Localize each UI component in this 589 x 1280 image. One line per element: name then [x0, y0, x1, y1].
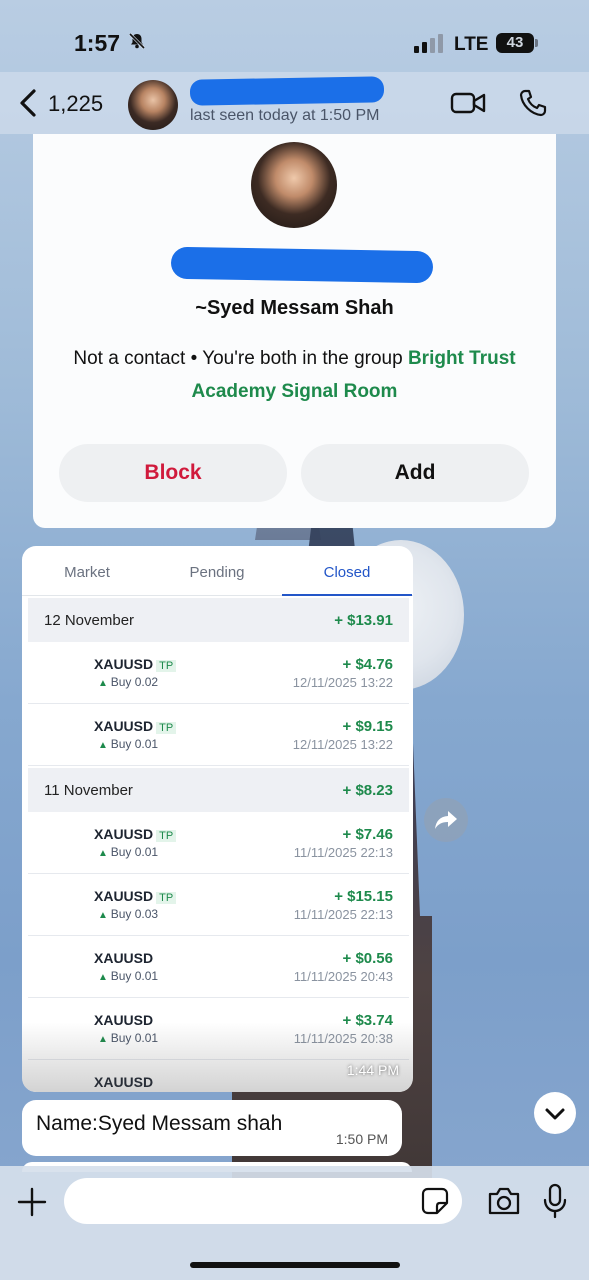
- trade-row: XAUUSD TP ▲ Buy 0.02 + $4.76 12/11/2025 13:2…: [28, 642, 409, 704]
- take-profit-badge: TP: [156, 660, 177, 672]
- trade-profit: + $0.56: [342, 950, 393, 967]
- trade-tabs: Market Pending Closed: [22, 546, 413, 596]
- image-bottom-fade: [22, 1022, 413, 1092]
- trade-datetime: 11/11/2025 20:43: [293, 969, 393, 984]
- trade-symbol: XAUUSD: [94, 950, 153, 966]
- contact-group-info: Not a contact • You're both in the group…: [53, 342, 536, 408]
- trade-row: XAUUSD TP ▲ Buy 0.03 + $15.15 11/11/2025 22:…: [28, 874, 409, 936]
- trade-profit: + $4.76: [342, 656, 393, 673]
- trade-profit: + $7.46: [342, 826, 393, 843]
- microphone-icon[interactable]: [540, 1182, 570, 1220]
- up-triangle-icon: ▲: [98, 848, 111, 859]
- day-header: 12 November + $13.91: [28, 598, 409, 642]
- trade-row: XAUUSD TP ▲ Buy 0.01 + $9.15 12/11/2025 13:2…: [28, 704, 409, 766]
- text-message[interactable]: Name:Syed Messam shah 1:50 PM: [22, 1100, 402, 1156]
- tab-closed: Closed: [282, 546, 412, 596]
- trade-symbol: XAUUSD TP: [94, 888, 177, 904]
- trade-side: ▲ Buy 0.01: [98, 845, 158, 859]
- trade-symbol-text: XAUUSD: [94, 656, 154, 672]
- trade-symbol-text: XAUUSD: [94, 826, 154, 842]
- unread-chat-count[interactable]: 1,225: [48, 91, 103, 117]
- trade-symbol: XAUUSD TP: [94, 718, 177, 734]
- message-composer: [0, 1166, 589, 1280]
- network-type: LTE: [454, 34, 489, 55]
- day-date: 12 November: [44, 611, 135, 629]
- contact-push-name: ~Syed Messam Shah: [195, 297, 394, 319]
- trade-symbol: XAUUSD TP: [94, 656, 177, 672]
- chevron-left-icon[interactable]: [16, 88, 40, 118]
- trade-profit: + $9.15: [342, 718, 393, 735]
- trade-symbol-text: XAUUSD: [94, 888, 154, 904]
- chevron-down-icon[interactable]: [534, 1092, 576, 1134]
- contact-info-text: Not a contact • You're both in the group: [73, 348, 408, 369]
- add-contact-button[interactable]: Add: [301, 444, 529, 502]
- take-profit-badge: TP: [156, 722, 177, 734]
- camera-icon[interactable]: [486, 1184, 522, 1218]
- trade-side-text: Buy 0.01: [110, 737, 159, 751]
- phone-call-icon[interactable]: [518, 88, 548, 123]
- image-message-time: 1:44 PM: [346, 1062, 399, 1078]
- tab-market: Market: [64, 564, 110, 581]
- trade-symbol-text: XAUUSD: [94, 950, 154, 966]
- trade-side: ▲ Buy 0.03: [98, 907, 158, 921]
- trade-side-text: Buy 0.01: [110, 845, 159, 859]
- redacted-contact-name[interactable]: [189, 76, 385, 106]
- trade-datetime: 12/11/2025 13:22: [292, 737, 393, 752]
- trade-row: XAUUSD TP ▲ Buy 0.01 + $7.46 11/11/2025 22:1…: [28, 812, 409, 874]
- sticker-icon[interactable]: [420, 1186, 450, 1216]
- trade-datetime: 11/11/2025 22:13: [293, 845, 393, 860]
- day-total: + $13.91: [334, 611, 393, 629]
- message-input[interactable]: [64, 1178, 462, 1224]
- unknown-contact-card: ~Syed Messam Shah Not a contact • You're…: [33, 134, 556, 528]
- trade-datetime: 12/11/2025 13:22: [292, 675, 393, 690]
- day-header: 11 November + $8.23: [28, 768, 409, 812]
- day-date: 11 November: [44, 781, 133, 799]
- message-time: 1:50 PM: [335, 1131, 388, 1147]
- up-triangle-icon: ▲: [98, 972, 111, 983]
- day-total: + $8.23: [342, 781, 393, 799]
- up-triangle-icon: ▲: [98, 910, 111, 921]
- trade-side: ▲ Buy 0.01: [98, 969, 158, 983]
- contact-avatar[interactable]: [128, 80, 178, 130]
- trade-side: ▲ Buy 0.02: [98, 675, 158, 689]
- home-indicator: [190, 1262, 400, 1268]
- video-call-icon[interactable]: [450, 90, 486, 121]
- trade-symbol-text: XAUUSD: [94, 718, 154, 734]
- trade-side: ▲ Buy 0.01: [98, 737, 158, 751]
- up-triangle-icon: ▲: [98, 678, 111, 689]
- cellular-signal-icon: [414, 34, 443, 53]
- block-button[interactable]: Block: [59, 444, 287, 502]
- trade-symbol: XAUUSD TP: [94, 826, 177, 842]
- forward-icon[interactable]: [424, 798, 468, 842]
- contact-profile-photo: [251, 142, 337, 228]
- trade-datetime: 11/11/2025 22:13: [293, 907, 393, 922]
- trade-side-text: Buy 0.03: [110, 907, 159, 921]
- trade-side-text: Buy 0.02: [110, 675, 159, 689]
- plus-icon[interactable]: [16, 1186, 48, 1218]
- status-time: 1:57: [74, 30, 121, 56]
- trade-row: XAUUSD ▲ Buy 0.01 + $0.56 11/11/2025 20:43: [28, 936, 409, 998]
- last-seen-status: last seen today at 1:50 PM: [190, 107, 380, 124]
- tab-pending: Pending: [189, 564, 245, 581]
- trade-profit: + $15.15: [334, 888, 393, 905]
- up-triangle-icon: ▲: [98, 740, 111, 751]
- redacted-phone-number: [170, 246, 434, 284]
- trade-side-text: Buy 0.01: [110, 969, 159, 983]
- message-text: Name:Syed Messam shah: [36, 1112, 283, 1135]
- status-bar: 1:57 LTE 43: [0, 0, 589, 80]
- closed-trades-list: 12 November + $13.91 XAUUSD TP ▲ Buy 0.02 + $…: [28, 596, 409, 1092]
- silent-mode-icon: [128, 32, 146, 55]
- chat-header: 1,225 last seen today at 1:50 PM: [0, 72, 589, 134]
- take-profit-badge: TP: [156, 892, 177, 904]
- take-profit-badge: TP: [156, 830, 177, 842]
- image-message[interactable]: Market Pending Closed 12 November + $13.9…: [22, 546, 413, 1092]
- battery-icon: 43: [496, 33, 538, 53]
